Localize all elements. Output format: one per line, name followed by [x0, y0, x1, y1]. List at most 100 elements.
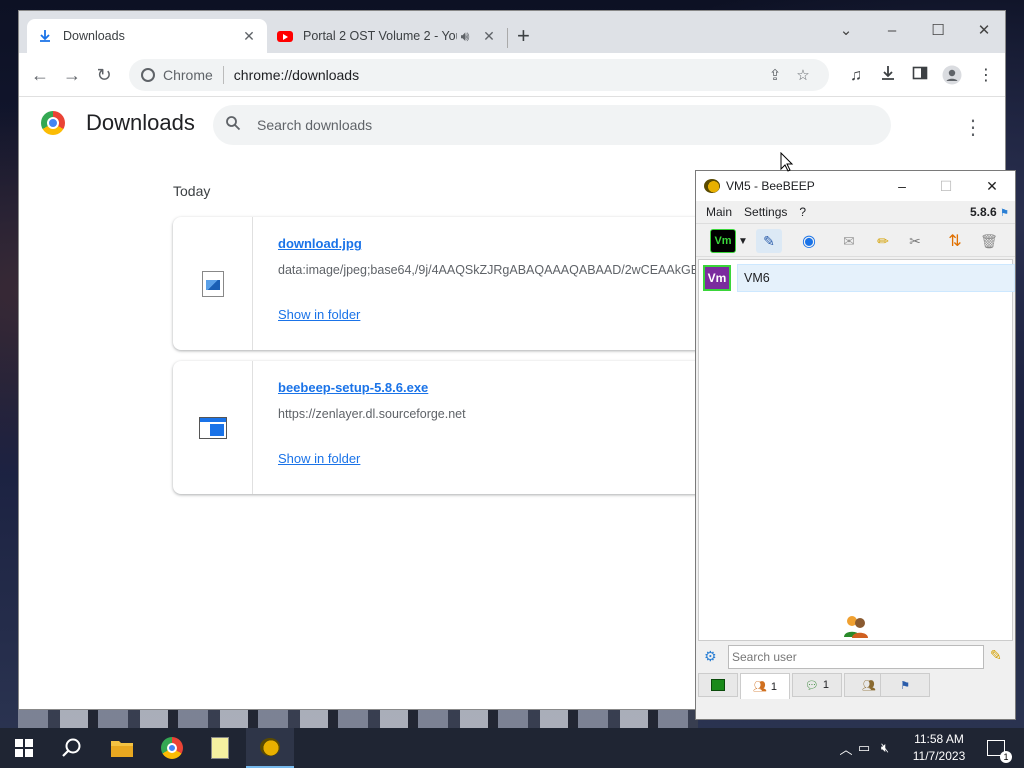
- tab-strip: Downloads ✕ Portal 2 OST Volume 2 - You …: [19, 11, 1005, 53]
- settings-gear-icon[interactable]: ⚙: [704, 648, 717, 665]
- show-in-folder-link[interactable]: Show in folder: [278, 307, 360, 322]
- notepad-taskbar-button[interactable]: [196, 728, 244, 768]
- windows-logo-icon: [15, 739, 33, 757]
- chrome-site-icon: [141, 68, 155, 82]
- download-filename-link[interactable]: beebeep-setup-5.8.6.exe: [278, 380, 428, 395]
- chrome-menu-icon[interactable]: ⋮: [975, 65, 997, 87]
- notification-center-button[interactable]: 1: [976, 728, 1016, 768]
- mail-icon[interactable]: ✉: [836, 229, 862, 253]
- window-title: VM5 - BeeBEEP: [726, 179, 815, 193]
- maximize-button[interactable]: ☐: [915, 17, 961, 45]
- download-source-url: data:image/jpeg;base64,/9j/4AAQSkZJRgABA…: [278, 263, 700, 277]
- tab-youtube[interactable]: Portal 2 OST Volume 2 - You 🔊︎ ✕: [267, 19, 507, 53]
- clock[interactable]: 11:58 AM 11/7/2023: [906, 731, 972, 765]
- maximize-button[interactable]: ☐: [926, 171, 966, 201]
- bee-icon: [260, 738, 280, 756]
- search-taskbar-button[interactable]: [48, 728, 96, 768]
- menu-help[interactable]: ?: [799, 205, 806, 219]
- search-user-row: ⚙ ✎: [696, 643, 1015, 671]
- forward-button[interactable]: →: [60, 63, 84, 87]
- clock-date: 11/7/2023: [912, 749, 966, 763]
- url-text[interactable]: chrome://downloads: [234, 67, 761, 83]
- download-item: download.jpg data:image/jpeg;base64,/9j/…: [173, 217, 733, 350]
- volume-muted-icon[interactable]: 🔇︎: [874, 740, 896, 756]
- trash-icon[interactable]: 🗑︎: [976, 229, 1002, 253]
- chat-icon: 💬︎: [804, 679, 819, 692]
- search-input[interactable]: [257, 117, 857, 133]
- version-label: 5.8.6 ⚑: [970, 205, 1010, 219]
- back-button[interactable]: ←: [28, 63, 52, 87]
- close-tab-icon[interactable]: ✕: [481, 28, 497, 45]
- tab-title: Portal 2 OST Volume 2 - You: [303, 29, 457, 43]
- tab-status[interactable]: [698, 673, 738, 697]
- user-row[interactable]: Vm VM6: [701, 262, 1015, 292]
- beebeep-title-bar[interactable]: VM5 - BeeBEEP: [696, 171, 1015, 201]
- download-item: beebeep-setup-5.8.6.exe https://zenlayer…: [173, 361, 733, 494]
- users-group-icon: [841, 613, 871, 639]
- status-icon: [711, 679, 725, 691]
- tab-share[interactable]: ⚑: [880, 673, 930, 697]
- downloads-toolbar-icon[interactable]: [877, 65, 899, 87]
- network-icon[interactable]: ▭: [854, 740, 874, 756]
- clock-time: 11:58 AM: [914, 732, 964, 746]
- share-icon[interactable]: ⇪: [761, 66, 789, 84]
- groups-icon: 👥︎: [862, 679, 876, 692]
- close-tab-icon[interactable]: ✕: [241, 28, 257, 45]
- taskbar: ︿ ▭ 🔇︎ 11:58 AM 11/7/2023 1: [0, 728, 1024, 768]
- download-filename-link[interactable]: download.jpg: [278, 236, 362, 251]
- tab-chats[interactable]: 💬︎ 1: [792, 673, 842, 697]
- beebeep-taskbar-button[interactable]: [246, 728, 294, 768]
- tab-title: Downloads: [63, 29, 125, 43]
- tab-search-button[interactable]: ⌄: [823, 17, 869, 45]
- start-button[interactable]: [0, 728, 48, 768]
- status-vm-icon[interactable]: Vm: [710, 229, 736, 253]
- transfer-icon[interactable]: ⇅: [942, 229, 968, 253]
- minimize-button[interactable]: –: [882, 171, 922, 201]
- audio-playing-icon[interactable]: 🔊︎: [457, 28, 473, 45]
- beebeep-tab-bar: 👥︎ 1 💬︎ 1 👥︎ ⚑: [696, 673, 1015, 699]
- page-title: Downloads: [86, 110, 195, 135]
- edit-profile-icon[interactable]: ✎: [756, 229, 782, 253]
- close-window-button[interactable]: ✕: [961, 17, 1007, 45]
- close-window-button[interactable]: ✕: [972, 171, 1012, 201]
- notepad-icon: [211, 737, 229, 759]
- user-list: Vm VM6: [698, 259, 1015, 641]
- beebeep-toolbar: Vm ▼ ✎ ◉ ✉ ✏ ✂ ⇅ 🗑︎: [696, 223, 1015, 257]
- minimize-button[interactable]: –: [869, 17, 915, 45]
- tab-downloads[interactable]: Downloads ✕: [27, 19, 267, 53]
- write-icon[interactable]: ✏: [870, 229, 896, 253]
- user-name[interactable]: VM6: [737, 264, 1015, 292]
- profile-avatar-icon[interactable]: [941, 65, 963, 87]
- system-tray: ︿ ▭ 🔇︎: [838, 728, 896, 768]
- downloads-search[interactable]: [213, 105, 891, 145]
- exe-file-icon: [198, 416, 227, 439]
- beebeep-window: VM5 - BeeBEEP – ☐ ✕ Main Settings ? 5.8.…: [695, 170, 1016, 720]
- search-user-input[interactable]: [728, 645, 984, 669]
- new-tab-button[interactable]: +: [517, 25, 530, 47]
- bookmark-star-icon[interactable]: ☆: [789, 66, 817, 84]
- tab-separator: [507, 28, 508, 48]
- show-in-folder-link[interactable]: Show in folder: [278, 451, 360, 466]
- avatar: Vm: [703, 265, 731, 291]
- file-explorer-button[interactable]: [98, 728, 146, 768]
- tools-icon[interactable]: ✂: [902, 229, 928, 253]
- menu-main[interactable]: Main: [706, 205, 732, 219]
- tab-users[interactable]: 👥︎ 1: [740, 673, 790, 699]
- menu-settings[interactable]: Settings: [744, 205, 787, 219]
- site-label: Chrome: [163, 67, 213, 83]
- share-icon: ⚑: [900, 679, 910, 692]
- reload-button[interactable]: ↻: [92, 63, 116, 87]
- bee-app-icon: [704, 179, 720, 193]
- tray-expand-icon[interactable]: ︿: [838, 739, 854, 758]
- side-panel-icon[interactable]: [909, 65, 931, 87]
- broadcast-icon[interactable]: ◉: [796, 229, 822, 253]
- download-source-url: https://zenlayer.dl.sourceforge.net: [278, 407, 466, 421]
- status-dropdown-icon[interactable]: ▼: [736, 229, 750, 253]
- more-actions-icon[interactable]: ⋮: [963, 115, 983, 140]
- chrome-taskbar-button[interactable]: [148, 728, 196, 768]
- notification-icon: 1: [987, 740, 1012, 763]
- clear-search-icon[interactable]: ✎: [990, 647, 1002, 664]
- media-control-icon[interactable]: ♫: [845, 65, 867, 87]
- browser-toolbar: ← → ↻ Chrome chrome://downloads ⇪ ☆ ♫ ⋮: [19, 53, 1005, 97]
- address-bar[interactable]: Chrome chrome://downloads ⇪ ☆: [129, 59, 829, 91]
